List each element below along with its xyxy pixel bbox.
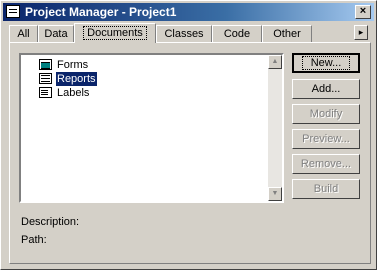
modify-button[interactable]: Modify bbox=[292, 104, 360, 124]
title-bar[interactable]: Project Manager - Project1 × bbox=[3, 3, 374, 21]
remove-button[interactable]: Remove... bbox=[292, 154, 360, 174]
tab-documents[interactable]: Documents bbox=[74, 23, 156, 43]
scroll-up-button[interactable]: ▲ bbox=[268, 55, 282, 69]
report-icon bbox=[39, 73, 52, 84]
project-manager-window: Project Manager - Project1 × All Data Do… bbox=[0, 0, 377, 270]
tab-data[interactable]: Data bbox=[38, 25, 74, 42]
preview-button[interactable]: Preview... bbox=[292, 129, 360, 149]
vertical-scrollbar[interactable]: ▲ ▼ bbox=[268, 55, 282, 201]
build-button[interactable]: Build bbox=[292, 179, 360, 199]
close-button[interactable]: × bbox=[355, 5, 371, 19]
label-icon bbox=[39, 87, 52, 98]
project-icon bbox=[6, 5, 20, 18]
documents-tree[interactable]: Forms Reports Labels ▲ ▼ bbox=[19, 53, 284, 203]
tree-item-label: Labels bbox=[57, 87, 90, 99]
window-title: Project Manager - Project1 bbox=[25, 5, 177, 19]
tab-code[interactable]: Code bbox=[212, 25, 262, 42]
tab-strip: All Data Documents Classes Code Other ▸ bbox=[9, 23, 369, 43]
tab-scroll-right-button[interactable]: ▸ bbox=[354, 25, 368, 40]
tab-classes[interactable]: Classes bbox=[156, 25, 212, 42]
form-icon bbox=[39, 59, 52, 70]
tab-all[interactable]: All bbox=[9, 25, 38, 42]
description-label: Description: bbox=[21, 216, 80, 228]
tree-item-label: Reports bbox=[56, 72, 97, 86]
scroll-down-button[interactable]: ▼ bbox=[268, 187, 282, 201]
add-button[interactable]: Add... bbox=[292, 79, 360, 99]
path-label: Path: bbox=[21, 234, 47, 246]
tab-other[interactable]: Other bbox=[262, 25, 312, 42]
tree-item-label: Forms bbox=[57, 59, 89, 71]
new-button[interactable]: New... bbox=[292, 53, 360, 73]
